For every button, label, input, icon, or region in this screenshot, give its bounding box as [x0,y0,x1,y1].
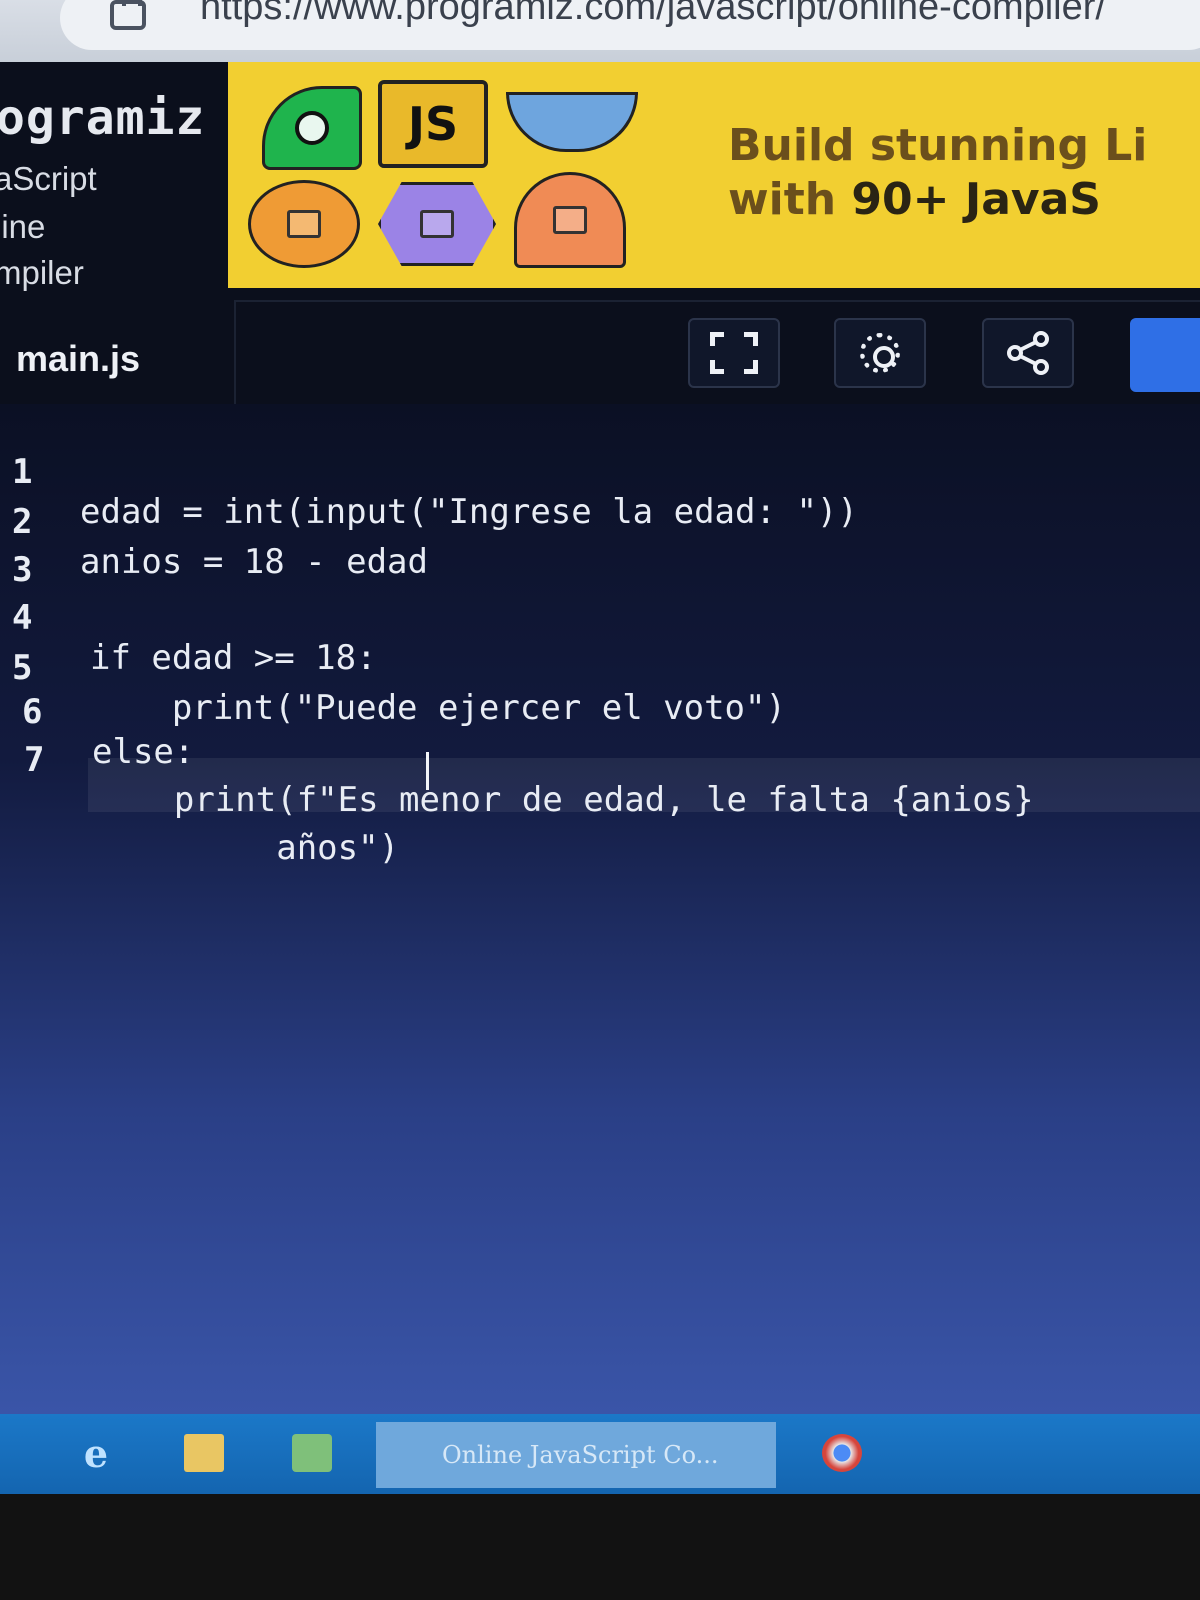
js-tile-label: JS [407,97,459,151]
code-line[interactable]: 5 print("Puede ejercer el voto") [0,608,1200,728]
code-line[interactable]: 1 edad = int(input("Ingrese la edad: ")) [0,412,1200,532]
calendar-tile [248,180,360,268]
ad-subheadline-bold: 90+ JavaS [851,174,1101,225]
ad-headline: Build stunning Li [728,120,1148,171]
brand-subtitle-line: aScript [0,160,97,197]
code-text: años") [92,828,400,868]
code-line[interactable]: 2 anios = 18 - edad [0,462,1200,582]
ad-subheadline: with 90+ JavaS [728,174,1101,225]
share-button[interactable] [982,318,1074,388]
layout-icon [553,206,587,234]
url-text[interactable]: https://www.programiz.com/javascript/onl… [200,0,1106,29]
text-cursor [426,752,429,790]
brand-panel: ogramiz aScript line mpiler [0,62,230,302]
code-line[interactable]: 4 if edad >= 18: [0,558,1200,678]
taskbar-active-app[interactable]: Online JavaScript Co... [376,1422,776,1488]
share-icon [1007,331,1049,375]
fullscreen-icon [710,332,758,374]
file-tab[interactable]: main.js [16,338,140,380]
clock-icon [295,111,329,145]
bowl-tile [506,92,638,152]
store-icon[interactable] [292,1434,332,1472]
chrome-icon[interactable] [822,1434,862,1472]
file-explorer-icon[interactable] [184,1434,224,1472]
code-line[interactable]: 3 [0,510,1200,590]
browser-address-bar: https://www.programiz.com/javascript/onl… [0,0,1200,62]
lock-icon[interactable] [110,0,146,30]
run-button[interactable] [1130,318,1200,392]
filter-icon [420,210,454,238]
code-line[interactable]: 7 print(f"Es menor de edad, le falta {an… [0,700,1200,820]
calendar-icon [287,210,321,238]
code-line[interactable]: años") [0,748,1200,868]
js-tile: JS [378,80,488,168]
sun-icon [860,333,900,373]
brand-subtitle-line: line [0,208,46,245]
ad-subheadline-prefix: with [728,174,852,225]
code-line[interactable]: 6 else: [0,652,1200,772]
monitor-bezel [0,1494,1200,1600]
brand-logo-text[interactable]: ogramiz [0,90,205,146]
fullscreen-button[interactable] [688,318,780,388]
windows-taskbar: e Online JavaScript Co... [0,1414,1200,1494]
clock-tile [262,86,362,170]
theme-toggle-button[interactable] [834,318,926,388]
edge-icon[interactable]: e [74,1431,118,1476]
filter-tile [378,182,496,266]
ad-banner[interactable]: JS Build stunning Li with 90+ JavaS [228,62,1200,288]
layout-tile [514,172,626,268]
brand-subtitle-line: mpiler [0,254,84,291]
